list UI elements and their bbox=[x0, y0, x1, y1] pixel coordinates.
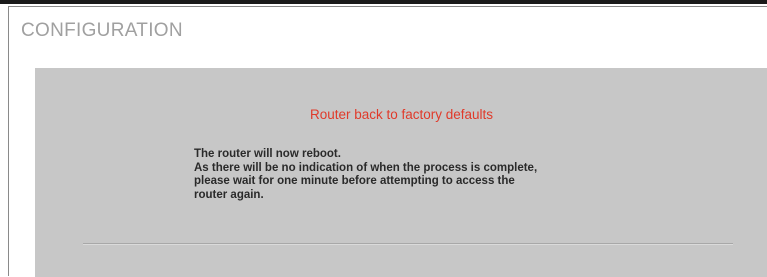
message-line: As there will be no indication of when t… bbox=[194, 161, 538, 174]
reboot-message: The router will now reboot. As there wil… bbox=[194, 148, 734, 202]
message-line: router again. bbox=[194, 188, 264, 201]
configuration-frame: CONFIGURATION Router back to factory def… bbox=[8, 6, 767, 277]
message-panel: Router back to factory defaults The rout… bbox=[35, 68, 767, 277]
panel-divider bbox=[83, 243, 733, 245]
message-line: The router will now reboot. bbox=[194, 148, 341, 160]
reset-heading: Router back to factory defaults bbox=[309, 107, 494, 122]
window-top-edge bbox=[0, 0, 767, 4]
page-title: CONFIGURATION bbox=[21, 20, 183, 41]
message-line: please wait for one minute before attemp… bbox=[194, 175, 515, 187]
